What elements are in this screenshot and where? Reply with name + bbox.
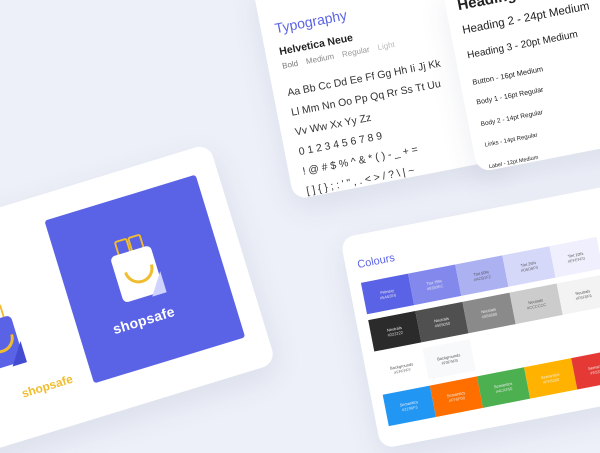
colour-swatch: Neutrals #222222: [368, 310, 422, 352]
type-scale-heading-1: Heading 1: [456, 0, 530, 14]
glyph-specimen: Aa Bb Cc Dd Ee Ff Gg Hh Ii Jj Kk Ll Mm N…: [286, 54, 462, 202]
logo-wordmark-white: shopsafe: [110, 303, 177, 338]
type-scale-label: Label - 12pt Medium: [488, 154, 539, 171]
weight-medium: Medium: [305, 51, 335, 67]
type-scale-heading-3: Heading 3 - 20pt Medium: [466, 29, 579, 62]
colour-swatch: Semantics #E53935: [571, 348, 600, 390]
type-scale-body-2: Body 2 - 14pt Regular: [480, 109, 544, 129]
colour-swatch: Neutrals #505050: [415, 301, 469, 343]
logo-blue-panel: shopsafe: [44, 174, 246, 384]
type-scale-links: Links - 14pt Regular: [484, 132, 539, 149]
weight-regular: Regular: [341, 44, 371, 60]
colour-swatch: Semantics #2196F3: [382, 385, 436, 427]
type-scale-button: Button - 16pt Medium: [471, 64, 544, 87]
weight-bold: Bold: [281, 58, 299, 71]
colour-swatch: Neutrals #CCCCCC: [509, 283, 563, 325]
colour-swatch: Tint 75% #8389EC: [408, 264, 462, 306]
colour-swatch: Primary #5A63E6: [360, 273, 415, 315]
logo-card: shopsafe shopsafe: [0, 143, 277, 453]
colour-swatch: Tint 25% #D6D8F9: [502, 246, 556, 287]
typography-title: Typography: [273, 6, 349, 37]
weight-light: Light: [376, 39, 396, 53]
colour-swatch: Backgrounds #FFFFFF: [375, 348, 429, 389]
type-scale-body-1: Body 1 - 16pt Regular: [475, 86, 545, 107]
colour-swatch: Semantics #4CAF50: [476, 367, 531, 408]
colour-swatch: Tint 50% #ACB1F2: [455, 255, 509, 296]
colour-swatch: Tint 10% #EFEFFD: [549, 237, 600, 278]
colour-swatch: Semantics #FFB300: [524, 358, 578, 399]
colours-card: Colours Primary #5A63E6 Tint 75% #8389EC Tin…: [340, 182, 600, 450]
colours-title: Colours: [356, 252, 396, 272]
colour-swatch: Neutrals #888888: [462, 292, 516, 334]
colour-swatch: Semantics #FF6F00: [429, 376, 484, 417]
logo-wordmark: shopsafe: [20, 371, 75, 401]
colour-swatch: Backgrounds #F8F9FB: [422, 339, 476, 380]
colour-swatch: Neutrals #F6F6F6: [556, 274, 600, 315]
brand-presentation: shopsafe shopsafe Typography Helvetica N…: [0, 0, 600, 453]
